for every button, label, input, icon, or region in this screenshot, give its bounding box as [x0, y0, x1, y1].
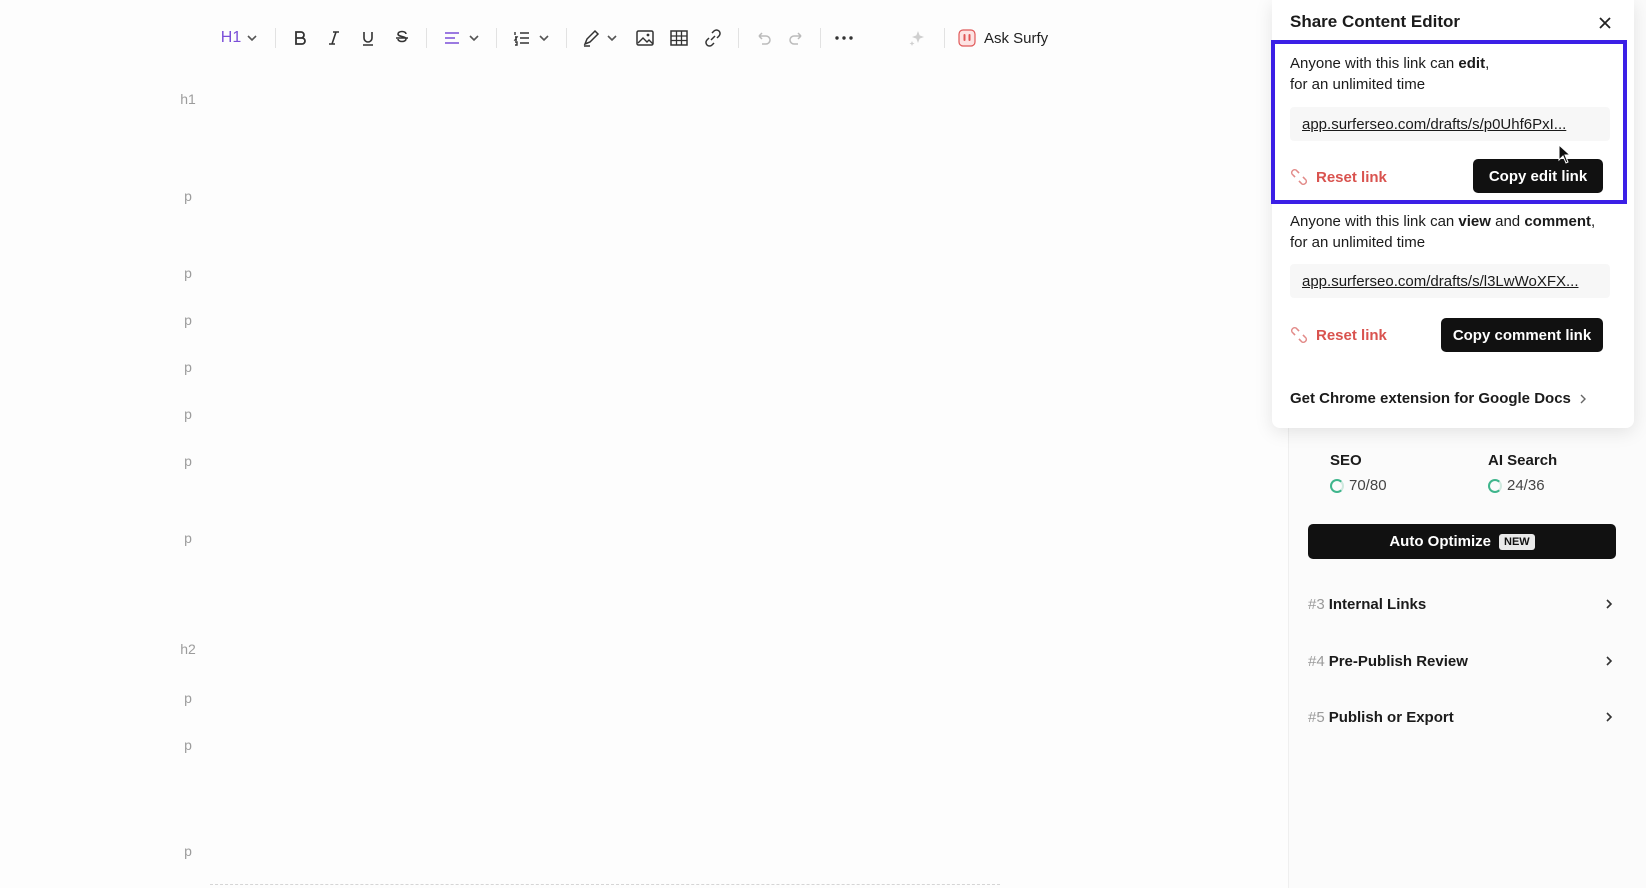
insert-link-button[interactable]	[700, 24, 726, 52]
step-number: #4	[1308, 652, 1325, 670]
reset-comment-link-button[interactable]: Reset link	[1290, 326, 1387, 344]
more-horizontal-icon	[835, 36, 853, 40]
comment-link-url[interactable]: app.surferseo.com/drafts/s/l3LwWoXFX...	[1290, 264, 1610, 298]
step-label: Internal Links	[1328, 595, 1427, 613]
underline-icon	[363, 32, 373, 46]
undo-button[interactable]	[750, 24, 776, 52]
new-badge: NEW	[1499, 533, 1535, 550]
step-number: #3	[1308, 595, 1325, 613]
ai-search-score: AI Search 24/36	[1488, 452, 1557, 494]
strikethrough-icon	[396, 30, 408, 43]
step-publish-or-export[interactable]: #5 Publish or Export	[1308, 702, 1616, 732]
step-label: Publish or Export	[1328, 708, 1454, 726]
gutter-label: p	[184, 265, 192, 281]
ai-search-title: AI Search	[1488, 452, 1558, 469]
redo-button[interactable]	[784, 24, 810, 52]
image-icon	[636, 30, 654, 46]
sparkle-icon	[909, 31, 924, 46]
heading-dropdown[interactable]: H1	[218, 24, 262, 52]
share-popover-title: Share Content Editor	[1290, 12, 1461, 31]
step-pre-publish-review[interactable]: #4 Pre-Publish Review	[1308, 646, 1616, 676]
ask-surfy-button[interactable]: Ask Surfy	[958, 24, 1058, 52]
chevron-right-icon	[1580, 394, 1586, 403]
gutter-label: p	[184, 188, 192, 204]
gutter-label: p	[184, 843, 192, 859]
bold-icon	[295, 31, 306, 45]
editor-bottom-line	[210, 884, 1000, 887]
gutter-label: p	[184, 312, 192, 328]
chrome-extension-label: Get Chrome extension for Google Docs	[1290, 390, 1571, 407]
gutter-label: h2	[180, 641, 196, 657]
surfy-icon	[958, 29, 976, 47]
gutter-label: p	[184, 359, 192, 375]
list-dropdown[interactable]	[510, 24, 554, 52]
numbered-list-icon	[513, 32, 529, 46]
close-button[interactable]	[1594, 12, 1616, 34]
mouse-cursor-icon	[1558, 144, 1572, 164]
score-ring-icon	[1330, 478, 1344, 493]
italic-icon	[329, 31, 339, 45]
chevron-down-icon	[469, 35, 479, 42]
comment-link-description: Anyone with this link can view and comme…	[1290, 213, 1596, 251]
chevron-down-icon	[539, 35, 549, 42]
insert-image-button[interactable]	[632, 24, 658, 52]
undo-icon	[758, 32, 771, 45]
align-left-icon	[445, 32, 459, 44]
chevron-right-icon	[1606, 712, 1613, 722]
gutter-label: h1	[180, 91, 196, 107]
auto-optimize-button[interactable]: Auto Optimize NEW	[1308, 524, 1616, 559]
table-icon	[670, 30, 688, 46]
link-icon	[705, 29, 721, 47]
gutter-label: p	[184, 690, 192, 706]
step-number: #5	[1308, 708, 1325, 726]
highlight-dropdown[interactable]	[578, 24, 622, 52]
chevron-down-icon	[247, 35, 257, 42]
gutter-label: p	[184, 530, 192, 546]
seo-score: SEO 70/80	[1330, 452, 1387, 494]
ai-search-value: 24/36	[1507, 477, 1545, 494]
heading-label: H1	[220, 29, 242, 46]
broken-link-icon	[1291, 327, 1307, 343]
step-label: Pre-Publish Review	[1328, 652, 1468, 670]
editor-toolbar: H1 Ask Surfy	[0, 0, 1280, 76]
italic-button[interactable]	[322, 24, 346, 52]
chrome-extension-link[interactable]: Get Chrome extension for Google Docs	[1290, 390, 1589, 407]
bold-button[interactable]	[288, 24, 312, 52]
ai-sparkle-button[interactable]	[904, 24, 930, 52]
score-ring-icon	[1488, 478, 1502, 493]
redo-icon	[789, 32, 802, 45]
underline-button[interactable]	[356, 24, 380, 52]
strikethrough-button[interactable]	[390, 24, 414, 52]
reset-link-label: Reset link	[1316, 326, 1387, 344]
pen-icon	[583, 29, 600, 47]
copy-comment-link-button[interactable]: Copy comment link	[1441, 318, 1603, 352]
align-dropdown[interactable]	[440, 24, 484, 52]
auto-optimize-label: Auto Optimize	[1389, 533, 1491, 550]
gutter-label: p	[184, 453, 192, 469]
step-internal-links[interactable]: #3 Internal Links	[1308, 589, 1616, 619]
seo-score-value: 70/80	[1349, 477, 1387, 494]
close-icon	[1599, 17, 1611, 29]
seo-score-title: SEO	[1330, 452, 1362, 469]
chevron-right-icon	[1606, 656, 1613, 666]
chevron-right-icon	[1606, 599, 1613, 609]
ask-surfy-label: Ask Surfy	[984, 29, 1049, 47]
highlight-box	[1271, 40, 1627, 204]
insert-table-button[interactable]	[666, 24, 692, 52]
gutter-label: p	[184, 406, 192, 422]
more-options-button[interactable]	[830, 24, 858, 52]
chevron-down-icon	[607, 35, 617, 42]
gutter-label: p	[184, 737, 192, 753]
